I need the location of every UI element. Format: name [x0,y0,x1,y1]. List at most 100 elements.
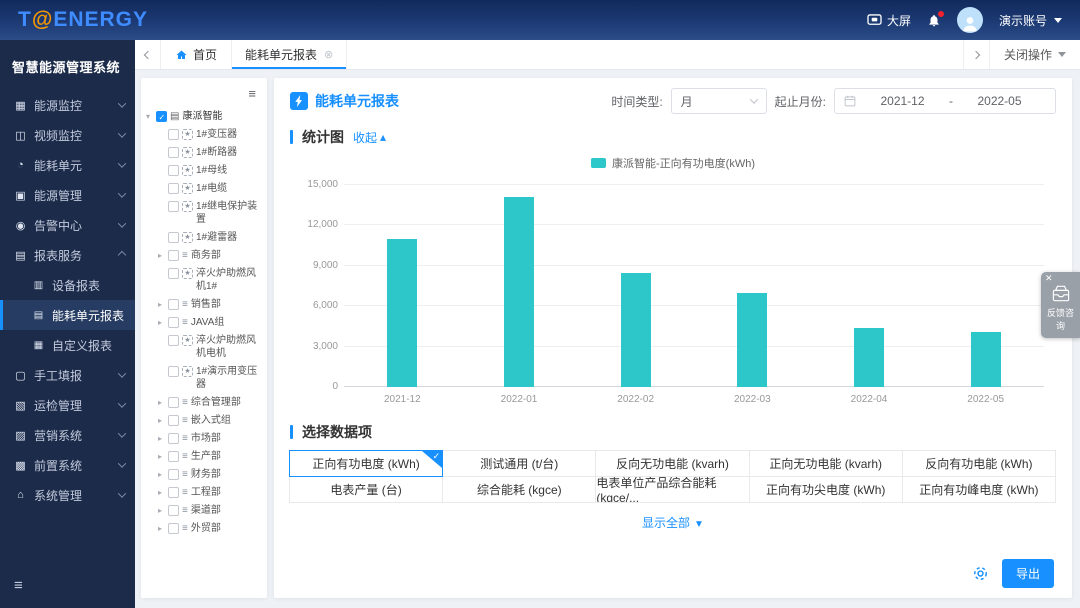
bar-2022-05[interactable] [971,332,1001,387]
tree-checkbox[interactable] [168,201,179,212]
tree-node[interactable]: ▸≡渠道部 [146,501,264,519]
tree-checkbox[interactable] [168,505,179,516]
tree-node[interactable]: ▸≡商务部 [146,246,264,264]
tree-checkbox[interactable] [168,523,179,534]
tabs-scroll-right-button[interactable] [963,40,989,69]
time-type-select[interactable]: 月 [671,88,767,114]
range-end-value[interactable]: 2022-05 [953,94,1046,108]
sidebar-item-system-mgmt[interactable]: ⌂系统管理 [0,480,135,510]
data-item-test-general[interactable]: 测试通用 (t/台) [442,450,596,477]
show-all-button[interactable]: 显示全部▼ [290,514,1056,531]
tree-node[interactable]: ▸≡外贸部 [146,519,264,537]
tree-node[interactable]: ★1#变压器 [146,125,264,143]
expander-closed-icon[interactable]: ▸ [158,486,168,499]
tree-node[interactable]: ▸≡财务部 [146,465,264,483]
sidebar-item-energy-unit-report[interactable]: ▤能耗单元报表 [0,300,135,330]
sidebar-item-report-service[interactable]: ▤报表服务 [0,240,135,270]
tree-checkbox[interactable] [168,147,179,158]
sidebar-item-energy-unit[interactable]: ◔能耗单元 [0,150,135,180]
chart-legend[interactable]: 康派智能-正向有功电度(kWh) [290,155,1056,171]
expander-closed-icon[interactable]: ▸ [158,316,168,329]
avatar[interactable] [957,7,983,33]
data-item-forward-active-peak[interactable]: 正向有功峰电度 (kWh) [902,476,1056,503]
tree-checkbox[interactable] [168,129,179,140]
close-icon[interactable]: ✕ [1045,273,1053,284]
expander-closed-icon[interactable]: ▸ [158,468,168,481]
tree-checkbox[interactable] [168,397,179,408]
tree-node[interactable]: ▸≡生产部 [146,447,264,465]
tree-node[interactable]: ▸≡综合管理部 [146,393,264,411]
tree-node[interactable]: ▸≡工程部 [146,483,264,501]
data-item-meter-unit-comprehensive[interactable]: 电表单位产品综合能耗 (kgce/... [595,476,749,503]
tab-close-icon[interactable]: ⊗ [324,48,333,61]
tree-checkbox[interactable] [156,111,167,122]
tree-checkbox[interactable] [168,451,179,462]
expander-closed-icon[interactable]: ▸ [158,432,168,445]
tree-checkbox[interactable] [168,487,179,498]
tree-node[interactable]: ★1#母线 [146,161,264,179]
tree-checkbox[interactable] [168,299,179,310]
bar-2021-12[interactable] [387,239,417,387]
data-item-reverse-active-energy[interactable]: 反向有功电能 (kWh) [902,450,1056,477]
tree-checkbox[interactable] [168,469,179,480]
data-item-forward-active-energy[interactable]: 正向有功电度 (kWh)✓ [289,450,443,477]
data-item-meter-output[interactable]: 电表产量 (台) [289,476,443,503]
expander-closed-icon[interactable]: ▸ [158,249,168,262]
range-start-value[interactable]: 2021-12 [856,94,949,108]
data-item-reverse-reactive-energy[interactable]: 反向无功电能 (kvarh) [595,450,749,477]
tree-node[interactable]: ▸≡销售部 [146,295,264,313]
bar-2022-04[interactable] [854,328,884,387]
sidebar-item-energy-mgmt[interactable]: ▣能源管理 [0,180,135,210]
tabs-scroll-left-button[interactable] [135,40,161,69]
close-operations-menu[interactable]: 关闭操作 [989,40,1080,69]
export-button[interactable]: 导出 [1002,559,1054,588]
sidebar-item-alarm-center[interactable]: ◉告警中心 [0,210,135,240]
tree-node[interactable]: ★1#避雷器 [146,228,264,246]
tree-checkbox[interactable] [168,232,179,243]
sidebar-collapse-button[interactable]: ≡ [0,567,135,608]
expander-open-icon[interactable]: ▾ [146,110,156,123]
tree-node[interactable]: ▸≡JAVA组 [146,313,264,331]
tree-node[interactable]: ★1#继电保护装置 [146,197,264,228]
sidebar-item-video-monitor[interactable]: ◫视频监控 [0,120,135,150]
sidebar-item-device-report[interactable]: ▥设备报表 [0,270,135,300]
tree-checkbox[interactable] [168,317,179,328]
expander-closed-icon[interactable]: ▸ [158,522,168,535]
expander-closed-icon[interactable]: ▸ [158,450,168,463]
tree-node[interactable]: ★淬火炉助燃风机1# [146,264,264,295]
month-range-input[interactable]: 2021-12 - 2022-05 [834,88,1056,114]
tree-node[interactable]: ★1#断路器 [146,143,264,161]
expander-closed-icon[interactable]: ▸ [158,504,168,517]
tree-node[interactable]: ★1#演示用变压器 [146,362,264,393]
sidebar-item-custom-report[interactable]: ▦自定义报表 [0,330,135,360]
tree-node[interactable]: ▸≡嵌入式组 [146,411,264,429]
feedback-widget[interactable]: ✕ 反馈咨询 [1041,272,1080,338]
sidebar-item-energy-monitor[interactable]: ▦能源监控 [0,90,135,120]
settings-button[interactable] [972,565,989,582]
sidebar-item-marketing-system[interactable]: ▨营销系统 [0,420,135,450]
sidebar-item-manual-entry[interactable]: ▢手工填报 [0,360,135,390]
data-item-forward-reactive-energy[interactable]: 正向无功电能 (kvarh) [749,450,903,477]
sidebar-item-front-system[interactable]: ▩前置系统 [0,450,135,480]
tree-checkbox[interactable] [168,415,179,426]
tree-node[interactable]: ▾▤康派智能 [146,107,264,125]
big-screen-button[interactable]: 大屏 [867,12,911,29]
tree-node[interactable]: ★淬火炉助燃风机电机 [146,331,264,362]
tree-checkbox[interactable] [168,268,179,279]
tree-checkbox[interactable] [168,335,179,346]
notification-bell-button[interactable] [927,13,941,28]
tree-checkbox[interactable] [168,165,179,176]
tree-checkbox[interactable] [168,183,179,194]
tree-collapse-button[interactable]: ≡ [146,84,264,107]
bar-2022-03[interactable] [737,293,767,387]
expander-closed-icon[interactable]: ▸ [158,396,168,409]
expander-closed-icon[interactable]: ▸ [158,414,168,427]
data-item-comprehensive-energy[interactable]: 综合能耗 (kgce) [442,476,596,503]
data-item-forward-active-sharp[interactable]: 正向有功尖电度 (kWh) [749,476,903,503]
collapse-chart-button[interactable]: 收起▴ [353,129,386,146]
sidebar-item-operation-inspect[interactable]: ▧运检管理 [0,390,135,420]
tree-node[interactable]: ★1#电缆 [146,179,264,197]
tree-node[interactable]: ▸≡市场部 [146,429,264,447]
tab-energy-unit-report[interactable]: 能耗单元报表 ⊗ [231,40,347,69]
tree-checkbox[interactable] [168,250,179,261]
